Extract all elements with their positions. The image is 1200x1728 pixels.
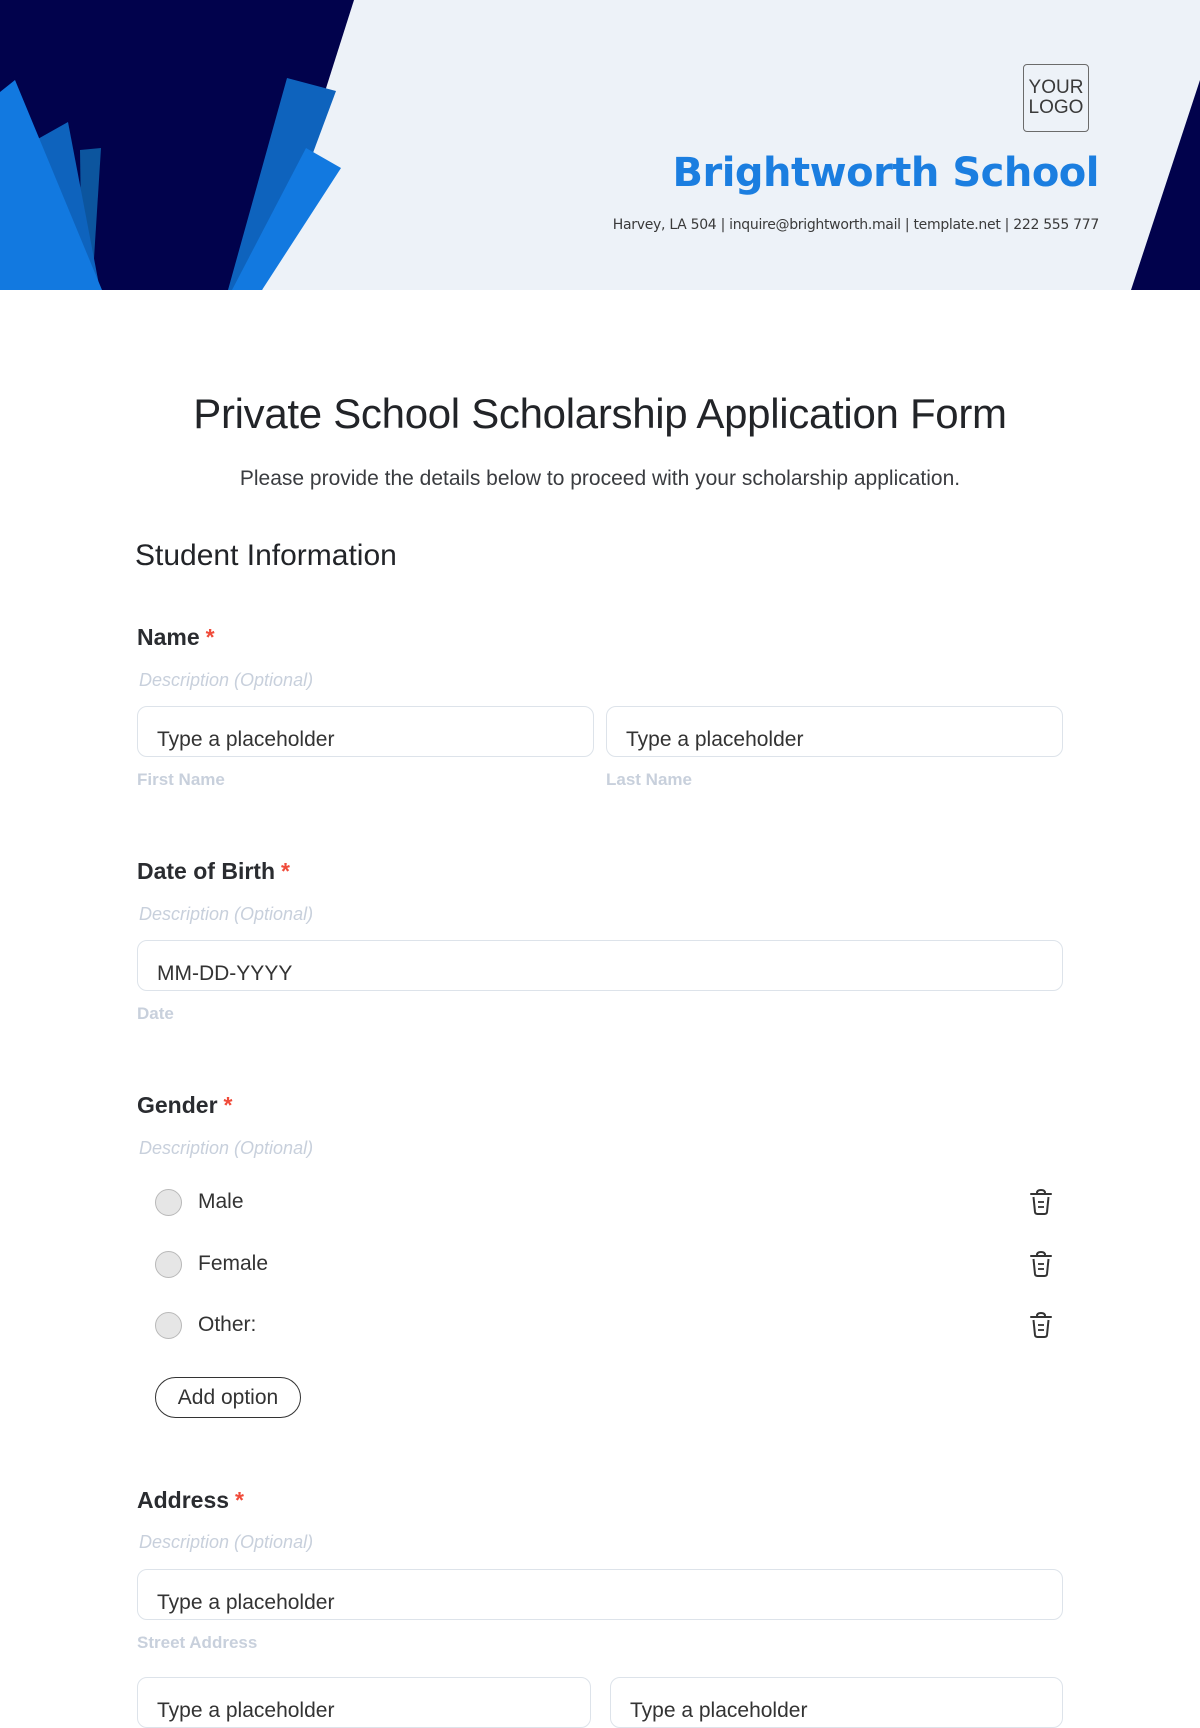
radio-button[interactable] — [155, 1250, 182, 1278]
trash-icon[interactable] — [1028, 1188, 1054, 1216]
section-title: Student Information — [135, 539, 397, 572]
trash-icon[interactable] — [1028, 1250, 1054, 1278]
radio-button[interactable] — [155, 1188, 182, 1216]
street-address-input[interactable]: Type a placeholder — [137, 1569, 1063, 1620]
last-name-placeholder: Type a placeholder — [626, 728, 804, 751]
letterhead-header: YOUR LOGO Brightworth School Harvey, LA … — [0, 0, 1200, 290]
required-asterisk: * — [235, 1487, 244, 1513]
address-line-input-right[interactable]: Type a placeholder — [610, 1677, 1063, 1728]
radio-button[interactable] — [155, 1311, 182, 1339]
add-option-button[interactable]: Add option — [155, 1377, 301, 1418]
dob-placeholder: MM-DD-YYYY — [157, 962, 293, 985]
name-label-text: Name — [137, 624, 200, 650]
dob-label-text: Date of Birth — [137, 858, 275, 884]
gender-option-male[interactable]: Male — [155, 1186, 244, 1218]
name-label: Name * — [137, 624, 215, 651]
gender-option-other[interactable]: Other: — [155, 1309, 256, 1341]
first-name-input[interactable]: Type a placeholder — [137, 706, 594, 757]
address-description[interactable]: Description (Optional) — [139, 1532, 313, 1553]
street-address-placeholder: Type a placeholder — [157, 1591, 335, 1614]
navy-triangle-right — [1131, 80, 1200, 290]
contact-info: Harvey, LA 504 | inquire@brightworth.mai… — [612, 217, 1100, 233]
first-name-placeholder: Type a placeholder — [157, 728, 335, 751]
gender-option-female[interactable]: Female — [155, 1248, 268, 1280]
form-subtitle: Please provide the details below to proc… — [239, 467, 961, 490]
dob-input[interactable]: MM-DD-YYYY — [137, 940, 1063, 991]
last-name-input[interactable]: Type a placeholder — [606, 706, 1063, 757]
required-asterisk: * — [223, 1092, 233, 1118]
required-asterisk: * — [281, 858, 290, 884]
dob-description[interactable]: Description (Optional) — [139, 904, 313, 925]
address-line-right-placeholder: Type a placeholder — [630, 1699, 808, 1722]
header-decoration — [0, 0, 1200, 290]
logo-text-line1: YOUR — [1028, 77, 1084, 98]
dob-label: Date of Birth * — [137, 858, 290, 885]
trash-icon[interactable] — [1028, 1311, 1054, 1339]
option-label: Other: — [198, 1313, 257, 1336]
address-label-text: Address — [137, 1487, 230, 1513]
first-name-sublabel: First Name — [137, 770, 225, 789]
name-description[interactable]: Description (Optional) — [139, 670, 313, 691]
gender-description[interactable]: Description (Optional) — [139, 1138, 313, 1159]
required-asterisk: * — [205, 624, 215, 650]
option-label: Female — [198, 1252, 269, 1275]
street-address-sublabel: Street Address — [137, 1633, 258, 1652]
last-name-sublabel: Last Name — [606, 770, 692, 789]
gender-label-text: Gender — [137, 1092, 218, 1118]
form-title: Private School Scholarship Application F… — [193, 390, 1007, 437]
option-label: Male — [198, 1190, 244, 1213]
gender-label: Gender * — [137, 1092, 232, 1119]
logo-text-line2: LOGO — [1028, 97, 1084, 118]
logo-placeholder: YOUR LOGO — [1023, 64, 1089, 132]
school-name: Brightworth School — [672, 150, 1099, 196]
address-label: Address * — [137, 1487, 244, 1514]
address-line-input-left[interactable]: Type a placeholder — [137, 1677, 591, 1728]
address-line-left-placeholder: Type a placeholder — [157, 1699, 335, 1722]
dob-sublabel: Date — [137, 1004, 174, 1023]
